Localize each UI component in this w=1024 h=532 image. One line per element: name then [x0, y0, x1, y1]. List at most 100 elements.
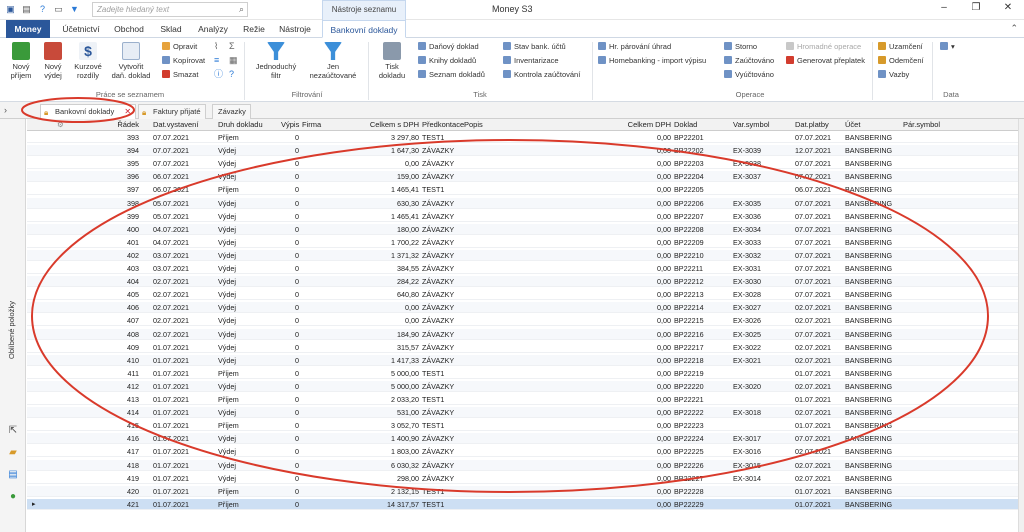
- hromadne-operace-button[interactable]: Hromadné operace: [786, 42, 861, 51]
- col-header-doklad[interactable]: Doklad: [674, 120, 697, 129]
- table-row[interactable]: 416 01.07.2021 Výdej 0 1 400,90 ZÁVAZKY 0,00 BP…: [27, 433, 1018, 445]
- table-row[interactable]: 405 02.07.2021 Výdej 0 640,80 ZÁVAZKY 0,00 BP22…: [27, 289, 1018, 301]
- search-icon[interactable]: ⌕: [239, 4, 244, 15]
- vyuctovano-button[interactable]: Vyúčtováno: [724, 70, 774, 79]
- zauctovano-button[interactable]: Zaúčtováno: [724, 56, 774, 65]
- col-header-vypis[interactable]: Výpis: [281, 120, 299, 129]
- table-row[interactable]: 406 02.07.2021 Výdej 0 0,00 ZÁVAZKY 0,00 BP2221…: [27, 302, 1018, 314]
- filter-icon[interactable]: ▼: [68, 3, 81, 16]
- window-list-icon[interactable]: ▤: [20, 3, 33, 16]
- table-row[interactable]: 407 02.07.2021 Výdej 0 0,00 ZÁVAZKY 0,00 BP2221…: [27, 315, 1018, 327]
- maximize-button[interactable]: ❐: [962, 2, 990, 13]
- col-header-dat-platby[interactable]: Dat.platby: [795, 120, 829, 129]
- tab-ucetnictvi[interactable]: Účetnictví: [56, 20, 106, 38]
- table-row[interactable]: 410 01.07.2021 Výdej 0 1 417,33 ZÁVAZKY 0,00 BP…: [27, 354, 1018, 366]
- col-header-firma[interactable]: Firma: [302, 120, 321, 129]
- uzamceni-button[interactable]: Uzamčení: [878, 42, 923, 51]
- table-row[interactable]: 404 02.07.2021 Výdej 0 284,22 ZÁVAZKY 0,00 BP22…: [27, 276, 1018, 288]
- close-button[interactable]: ✕: [994, 2, 1022, 13]
- table-row[interactable]: 415 01.07.2021 Příjem 0 3 052,70 TEST1 0,00 BP2…: [27, 420, 1018, 432]
- globe-icon[interactable]: ●: [7, 491, 19, 503]
- table-row[interactable]: 412 01.07.2021 Výdej 0 5 000,00 ZÁVAZKY 0,00 BP…: [27, 380, 1018, 392]
- table-row[interactable]: 396 06.07.2021 Výdej 0 159,00 ZÁVAZKY 0,00 BP22…: [27, 171, 1018, 183]
- col-header-celkem-s-dph[interactable]: Celkem s DPH: [357, 120, 419, 129]
- table-row[interactable]: 403 03.07.2021 Výdej 0 384,55 ZÁVAZKY 0,00 BP22…: [27, 263, 1018, 274]
- tab-rezie[interactable]: Režie: [238, 20, 270, 38]
- table-row[interactable]: 419 01.07.2021 Výdej 0 298,00 ZÁVAZKY 0,00 BP22…: [27, 473, 1018, 484]
- help-icon[interactable]: ?: [36, 3, 49, 16]
- doc-tab-bankovni-doklady[interactable]: 🔒︎ Bankovní doklady ✕: [40, 104, 137, 119]
- danovy-doklad-button[interactable]: Daňový doklad: [418, 42, 479, 51]
- ribbon-collapse-icon[interactable]: ⌃: [1010, 23, 1018, 34]
- col-header-popis[interactable]: Popis: [464, 120, 483, 129]
- table-row[interactable]: 418 01.07.2021 Výdej 0 6 030,32 ZÁVAZKY 0,00 BP…: [27, 459, 1018, 471]
- tab-nastroje[interactable]: Nástroje: [276, 20, 314, 38]
- table-row[interactable]: 409 01.07.2021 Výdej 0 315,57 ZÁVAZKY 0,00 BP22…: [27, 342, 1018, 353]
- jednoduchy-filtr-button[interactable]: Jednoduchý filtr: [252, 42, 300, 80]
- jen-nezauctovane-button[interactable]: Jen nezaúčtované: [306, 42, 360, 80]
- list-icon[interactable]: ≡: [214, 56, 219, 65]
- table-row[interactable]: ▸ 421 01.07.2021 Příjem 0 14 317,57 TEST1 0,00 B…: [27, 498, 1018, 510]
- close-tab-icon[interactable]: ✕: [124, 107, 131, 116]
- col-header-celkem-dph[interactable]: Celkem DPH: [617, 120, 671, 129]
- opravit-button[interactable]: Opravit: [162, 42, 197, 51]
- table-row[interactable]: 420 01.07.2021 Příjem 0 2 132,15 TEST1 0,00 BP2…: [27, 485, 1018, 497]
- info-icon[interactable]: ⓘ: [214, 70, 223, 79]
- header-settings-icon[interactable]: ⚙: [57, 120, 67, 129]
- stav-bank-uctu-button[interactable]: Stav bank. účtů: [503, 42, 566, 51]
- data-menu-button[interactable]: ▾: [940, 42, 955, 51]
- vytvorit-dan-doklad-button[interactable]: Vytvořit daň. doklad: [108, 42, 154, 80]
- col-header-dat-vystaveni[interactable]: Dat.vystavení: [153, 120, 198, 129]
- homebanking-import-button[interactable]: Homebanking - import výpisu: [598, 56, 706, 65]
- grid-icon[interactable]: ▦: [229, 56, 238, 65]
- table-row[interactable]: 402 03.07.2021 Výdej 0 1 371,32 ZÁVAZKY 0,00 BP…: [27, 249, 1018, 261]
- table-row[interactable]: 408 02.07.2021 Výdej 0 184,90 ZÁVAZKY 0,00 BP22…: [27, 328, 1018, 340]
- tab-obchod[interactable]: Obchod: [110, 20, 148, 38]
- tab-money[interactable]: Money: [6, 20, 50, 38]
- table-row[interactable]: 401 04.07.2021 Výdej 0 1 700,22 ZÁVAZKY 0,00 BP…: [27, 237, 1018, 248]
- search-input[interactable]: Zadejte hledaný text ⌕: [92, 2, 248, 17]
- attach-icon[interactable]: ⌇: [214, 42, 218, 51]
- help-icon[interactable]: ?: [229, 70, 234, 79]
- shortcut-icon[interactable]: ⇱: [7, 425, 19, 437]
- kontrola-zauctovani-button[interactable]: Kontrola zaúčtování: [503, 70, 580, 79]
- seznam-dokladu-button[interactable]: Seznam dokladů: [418, 70, 485, 79]
- sum-icon[interactable]: Σ: [229, 42, 235, 51]
- tab-bankovni-doklady[interactable]: Bankovní doklady: [322, 20, 406, 38]
- col-header-radek[interactable]: Řádek: [87, 120, 139, 129]
- knihy-dokladu-button[interactable]: Knihy dokladů: [418, 56, 476, 65]
- folder-icon[interactable]: ▰: [7, 447, 19, 459]
- generovat-preplatek-button[interactable]: Generovat přeplatek: [786, 56, 865, 65]
- tray-icon[interactable]: ▭: [52, 3, 65, 16]
- table-row[interactable]: 417 01.07.2021 Výdej 0 1 803,00 ZÁVAZKY 0,00 BP…: [27, 446, 1018, 458]
- inventarizace-button[interactable]: Inventarizace: [503, 56, 559, 65]
- table-row[interactable]: 397 06.07.2021 Příjem 0 1 465,41 TEST1 0,00 BP2…: [27, 184, 1018, 196]
- favorites-label[interactable]: Oblíbené položky: [7, 301, 16, 359]
- tab-analyzy[interactable]: Analýzy: [195, 20, 231, 38]
- chevron-right-icon[interactable]: ›: [4, 105, 7, 115]
- minimize-button[interactable]: –: [930, 2, 958, 13]
- doc-tab-zavazky[interactable]: Závazky: [212, 104, 251, 119]
- kurzove-rozdily-button[interactable]: $ Kurzové rozdíly: [70, 42, 106, 80]
- table-row[interactable]: 394 07.07.2021 Výdej 0 1 647,30 ZÁVAZKY 0,00 BP…: [27, 145, 1018, 157]
- smazat-button[interactable]: Smazat: [162, 70, 198, 79]
- tisk-dokladu-button[interactable]: Tisk dokladu: [374, 42, 410, 80]
- col-header-var-symbol[interactable]: Var.symbol: [733, 120, 770, 129]
- hr-parovani-uhrad-button[interactable]: Hr. párování úhrad: [598, 42, 671, 51]
- table-row[interactable]: 400 04.07.2021 Výdej 0 180,00 ZÁVAZKY 0,00 BP22…: [27, 223, 1018, 235]
- novy-vydej-button[interactable]: Nový výdej: [38, 42, 68, 80]
- kopirovat-button[interactable]: Kopírovat: [162, 56, 205, 65]
- col-header-ucet[interactable]: Účet: [845, 120, 860, 129]
- table-row[interactable]: 399 05.07.2021 Výdej 0 1 465,41 ZÁVAZKY 0,00 BP…: [27, 211, 1018, 222]
- col-header-predkontace[interactable]: Předkontace: [422, 120, 464, 129]
- doc-tab-faktury-prijate[interactable]: 🔒︎ Faktury přijaté: [138, 104, 206, 119]
- table-row[interactable]: 395 07.07.2021 Výdej 0 0,00 ZÁVAZKY 0,00 BP2220…: [27, 158, 1018, 170]
- vazby-button[interactable]: Vazby: [878, 70, 909, 79]
- vertical-scrollbar[interactable]: [1018, 119, 1024, 532]
- table-row[interactable]: 411 01.07.2021 Příjem 0 5 000,00 TEST1 0,00 BP2…: [27, 368, 1018, 379]
- table-row[interactable]: 393 07.07.2021 Příjem 0 3 297,80 TEST1 0,00 BP2…: [27, 132, 1018, 143]
- table-row[interactable]: 413 01.07.2021 Příjem 0 2 033,20 TEST1 0,00 BP2…: [27, 394, 1018, 405]
- table-row[interactable]: 414 01.07.2021 Výdej 0 531,00 ZÁVAZKY 0,00 BP22…: [27, 407, 1018, 419]
- col-header-druh-dokladu[interactable]: Druh dokladu: [218, 120, 263, 129]
- odemceni-button[interactable]: Odemčení: [878, 56, 924, 65]
